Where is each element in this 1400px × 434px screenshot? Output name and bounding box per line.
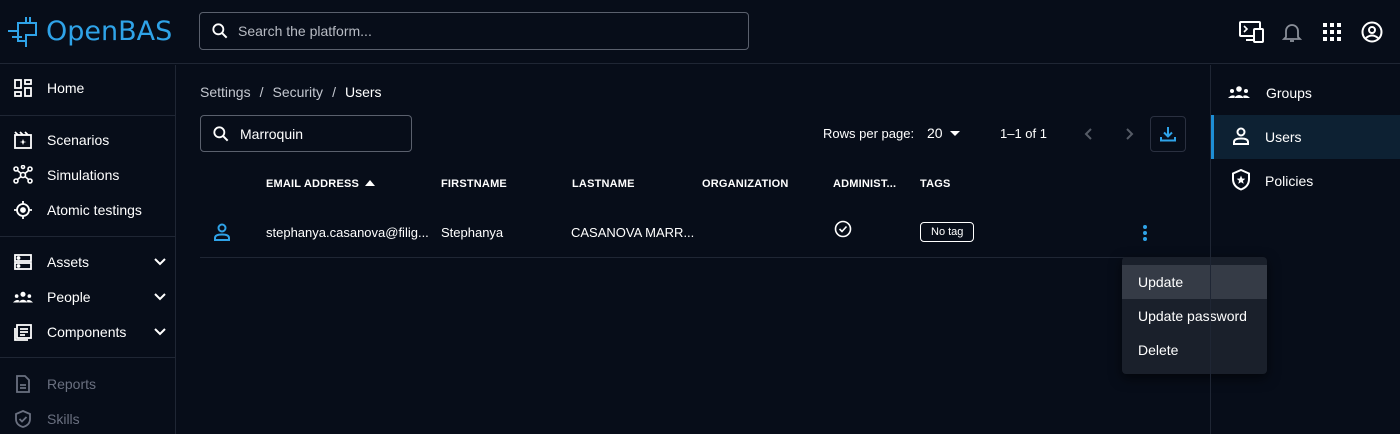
hub-icon <box>13 165 33 185</box>
more-vert-icon <box>1143 225 1147 241</box>
caret-down-icon <box>949 131 960 136</box>
rightnav-item-policies[interactable]: Policies <box>1211 159 1400 203</box>
nav-label-people: People <box>47 289 91 305</box>
nav-divider <box>0 236 176 237</box>
nav-item-simulations[interactable]: Simulations <box>0 158 176 192</box>
next-page-button[interactable] <box>1119 124 1139 147</box>
nav-item-atomic-testings[interactable]: Atomic testings <box>0 193 176 227</box>
rows-per-page-label: Rows per page: <box>823 126 915 141</box>
nav-item-components[interactable]: Components <box>0 315 176 349</box>
rows-per-page-value: 20 <box>927 125 943 141</box>
column-header-email-label: EMAIL ADDRESS <box>266 178 360 190</box>
column-header-firstname[interactable]: FIRSTNAME <box>441 178 507 190</box>
nav-label-components: Components <box>47 324 127 340</box>
rightnav-item-users[interactable]: Users <box>1211 115 1400 159</box>
nav-label-skills: Skills <box>47 411 80 427</box>
newspaper-icon <box>13 322 33 342</box>
nav-item-scenarios[interactable]: Scenarios <box>0 123 176 157</box>
rightnav-label-users: Users <box>1265 129 1302 145</box>
groups-icon <box>13 287 33 307</box>
column-header-organization[interactable]: ORGANIZATION <box>702 178 789 190</box>
logo[interactable]: OpenBAS <box>6 13 172 49</box>
openbas-logo-icon <box>8 17 37 47</box>
person-icon <box>1231 126 1251 149</box>
breadcrumb-settings[interactable]: Settings <box>200 84 251 100</box>
chevron-down-icon <box>152 323 168 342</box>
column-header-lastname[interactable]: LASTNAME <box>572 178 635 190</box>
pagination-range: 1–1 of 1 <box>1000 126 1047 141</box>
person-icon <box>212 222 232 245</box>
nav-label-simulations: Simulations <box>47 167 120 183</box>
verified-shield-icon <box>13 409 33 429</box>
nav-divider <box>0 357 176 358</box>
chevron-right-icon <box>1126 128 1134 140</box>
crosshair-icon <box>13 200 33 220</box>
tag-chip: No tag <box>920 222 975 242</box>
nav-item-reports: Reports <box>0 367 176 401</box>
previous-page-button[interactable] <box>1079 124 1099 147</box>
nav-label-scenarios: Scenarios <box>47 132 110 148</box>
breadcrumb-separator: / <box>259 84 264 100</box>
cell-lastname: CASANOVA MARR... <box>571 225 695 240</box>
nav-divider <box>0 115 176 116</box>
dns-icon <box>13 252 33 272</box>
account-circle-icon[interactable] <box>1352 18 1392 46</box>
cell-email: stephanya.casanova@filig... <box>266 225 429 240</box>
rows-per-page-select[interactable]: 20 <box>927 125 963 141</box>
check-circle-icon <box>834 220 852 241</box>
global-search[interactable] <box>199 12 749 50</box>
chevron-left-icon <box>1084 128 1092 140</box>
sort-ascending-icon <box>365 180 376 186</box>
more-actions-button[interactable] <box>1137 220 1153 246</box>
nav-item-people[interactable]: People <box>0 280 176 314</box>
column-header-tags[interactable]: TAGS <box>920 178 951 190</box>
users-search[interactable] <box>200 115 412 152</box>
bell-icon[interactable] <box>1272 18 1312 46</box>
policy-shield-icon <box>1231 168 1251 194</box>
nav-label-assets: Assets <box>47 254 90 270</box>
top-bar: OpenBAS <box>0 0 1400 64</box>
download-icon <box>1160 127 1176 142</box>
breadcrumb-users: Users <box>344 84 382 100</box>
cell-firstname: Stephanya <box>441 225 504 240</box>
breadcrumb: Settings / Security / Users <box>200 84 382 100</box>
search-input[interactable] <box>238 23 718 39</box>
nav-item-assets[interactable]: Assets <box>0 245 176 279</box>
left-sidebar: Home Scenarios Simulations Atomic testin… <box>0 65 176 434</box>
nav-label-atomic-testings: Atomic testings <box>47 202 142 218</box>
screen-preview-icon[interactable] <box>1232 18 1272 46</box>
nav-label-home: Home <box>47 80 85 96</box>
chevron-down-icon <box>152 253 168 272</box>
right-sidebar: Groups Users Policies <box>1210 65 1400 434</box>
column-header-administrator[interactable]: ADMINIST... <box>833 178 896 190</box>
logo-text: OpenBAS <box>46 15 173 47</box>
rightnav-label-policies: Policies <box>1265 173 1314 189</box>
search-icon <box>213 125 229 141</box>
dashboard-icon <box>13 78 33 98</box>
breadcrumb-separator: / <box>332 84 336 100</box>
search-icon <box>212 23 228 39</box>
nav-item-skills: Skills <box>0 402 176 434</box>
movie-filter-icon <box>13 130 33 150</box>
breadcrumb-security[interactable]: Security <box>272 84 323 100</box>
description-icon <box>13 374 33 394</box>
export-button[interactable] <box>1150 116 1186 152</box>
groups-icon <box>1227 85 1251 102</box>
rightnav-label-groups: Groups <box>1266 85 1312 101</box>
nav-item-home[interactable]: Home <box>0 71 176 105</box>
table-row[interactable]: stephanya.casanova@filig... Stephanya CA… <box>200 208 1186 258</box>
chevron-down-icon <box>152 288 168 307</box>
rightnav-item-groups[interactable]: Groups <box>1211 71 1400 115</box>
users-search-input[interactable] <box>240 125 400 142</box>
nav-label-reports: Reports <box>47 376 97 392</box>
apps-grid-icon[interactable] <box>1312 18 1352 46</box>
column-header-email[interactable]: EMAIL ADDRESS <box>266 178 376 190</box>
